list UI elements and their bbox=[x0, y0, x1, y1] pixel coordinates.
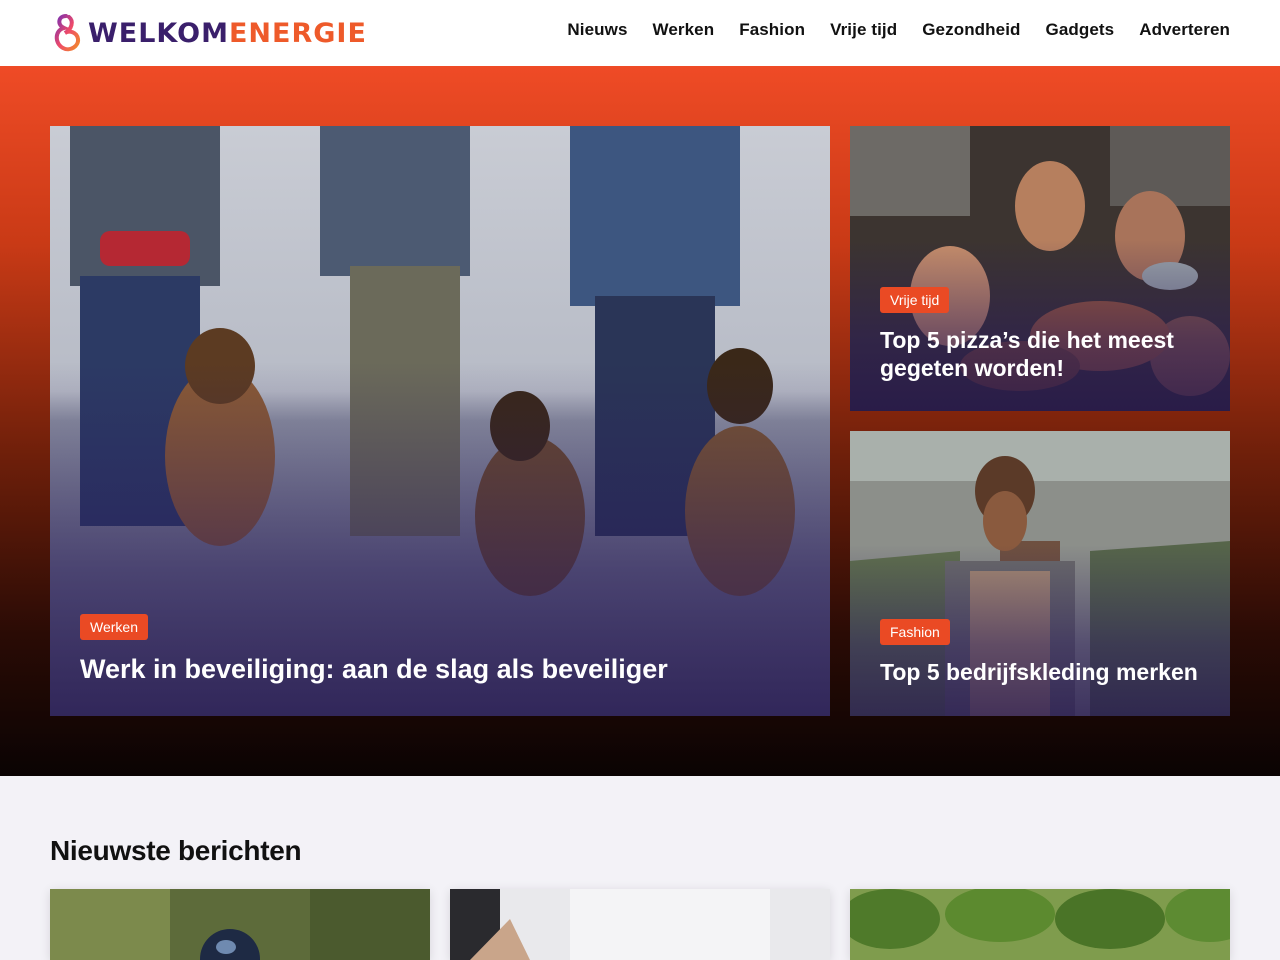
green-trees-photo-icon bbox=[850, 889, 1230, 960]
nav-item-nieuws[interactable]: Nieuws bbox=[567, 20, 627, 40]
nav-item-vrije-tijd[interactable]: Vrije tijd bbox=[830, 20, 897, 40]
hero-section: Werken Werk in beveiliging: aan de slag … bbox=[0, 66, 1280, 776]
latest-posts-heading: Nieuwste berichten bbox=[50, 835, 302, 866]
side-article-card-2[interactable]: Fashion Top 5 bedrijfskleding merken bbox=[850, 431, 1230, 716]
latest-post-thumb-2[interactable] bbox=[450, 889, 830, 960]
nav-item-gadgets[interactable]: Gadgets bbox=[1046, 20, 1115, 40]
latest-post-thumb-3[interactable] bbox=[850, 889, 1230, 960]
motorcycle-helmet-photo-icon bbox=[50, 889, 430, 960]
category-badge[interactable]: Vrije tijd bbox=[880, 287, 950, 313]
nav-item-adverteren[interactable]: Adverteren bbox=[1139, 20, 1230, 40]
site-logo[interactable]: WELKOMENERGIE bbox=[50, 12, 367, 54]
nav-item-werken[interactable]: Werken bbox=[653, 20, 715, 40]
site-header: WELKOMENERGIE Nieuws Werken Fashion Vrij… bbox=[0, 0, 1280, 66]
nav-item-fashion[interactable]: Fashion bbox=[739, 20, 805, 40]
featured-article-card[interactable]: Werken Werk in beveiliging: aan de slag … bbox=[50, 126, 830, 716]
image-overlay bbox=[50, 126, 830, 716]
main-nav: Nieuws Werken Fashion Vrije tijd Gezondh… bbox=[567, 20, 1230, 40]
nav-item-gezondheid[interactable]: Gezondheid bbox=[922, 20, 1020, 40]
logo-icon bbox=[54, 14, 81, 52]
category-badge[interactable]: Fashion bbox=[880, 619, 950, 645]
logo-wordmark: WELKOMENERGIE bbox=[88, 17, 367, 49]
white-shirt-photo-icon bbox=[450, 889, 830, 960]
category-badge[interactable]: Werken bbox=[80, 614, 148, 640]
side-article-card-1[interactable]: Vrije tijd Top 5 pizza’s die het meest g… bbox=[850, 126, 1230, 411]
side-article-title-2[interactable]: Top 5 bedrijfskleding merken bbox=[880, 658, 1210, 686]
side-article-title-1[interactable]: Top 5 pizza’s die het meest gegeten word… bbox=[880, 326, 1200, 382]
latest-post-thumb-1[interactable] bbox=[50, 889, 430, 960]
featured-article-title[interactable]: Werk in beveiliging: aan de slag als bev… bbox=[80, 652, 800, 686]
